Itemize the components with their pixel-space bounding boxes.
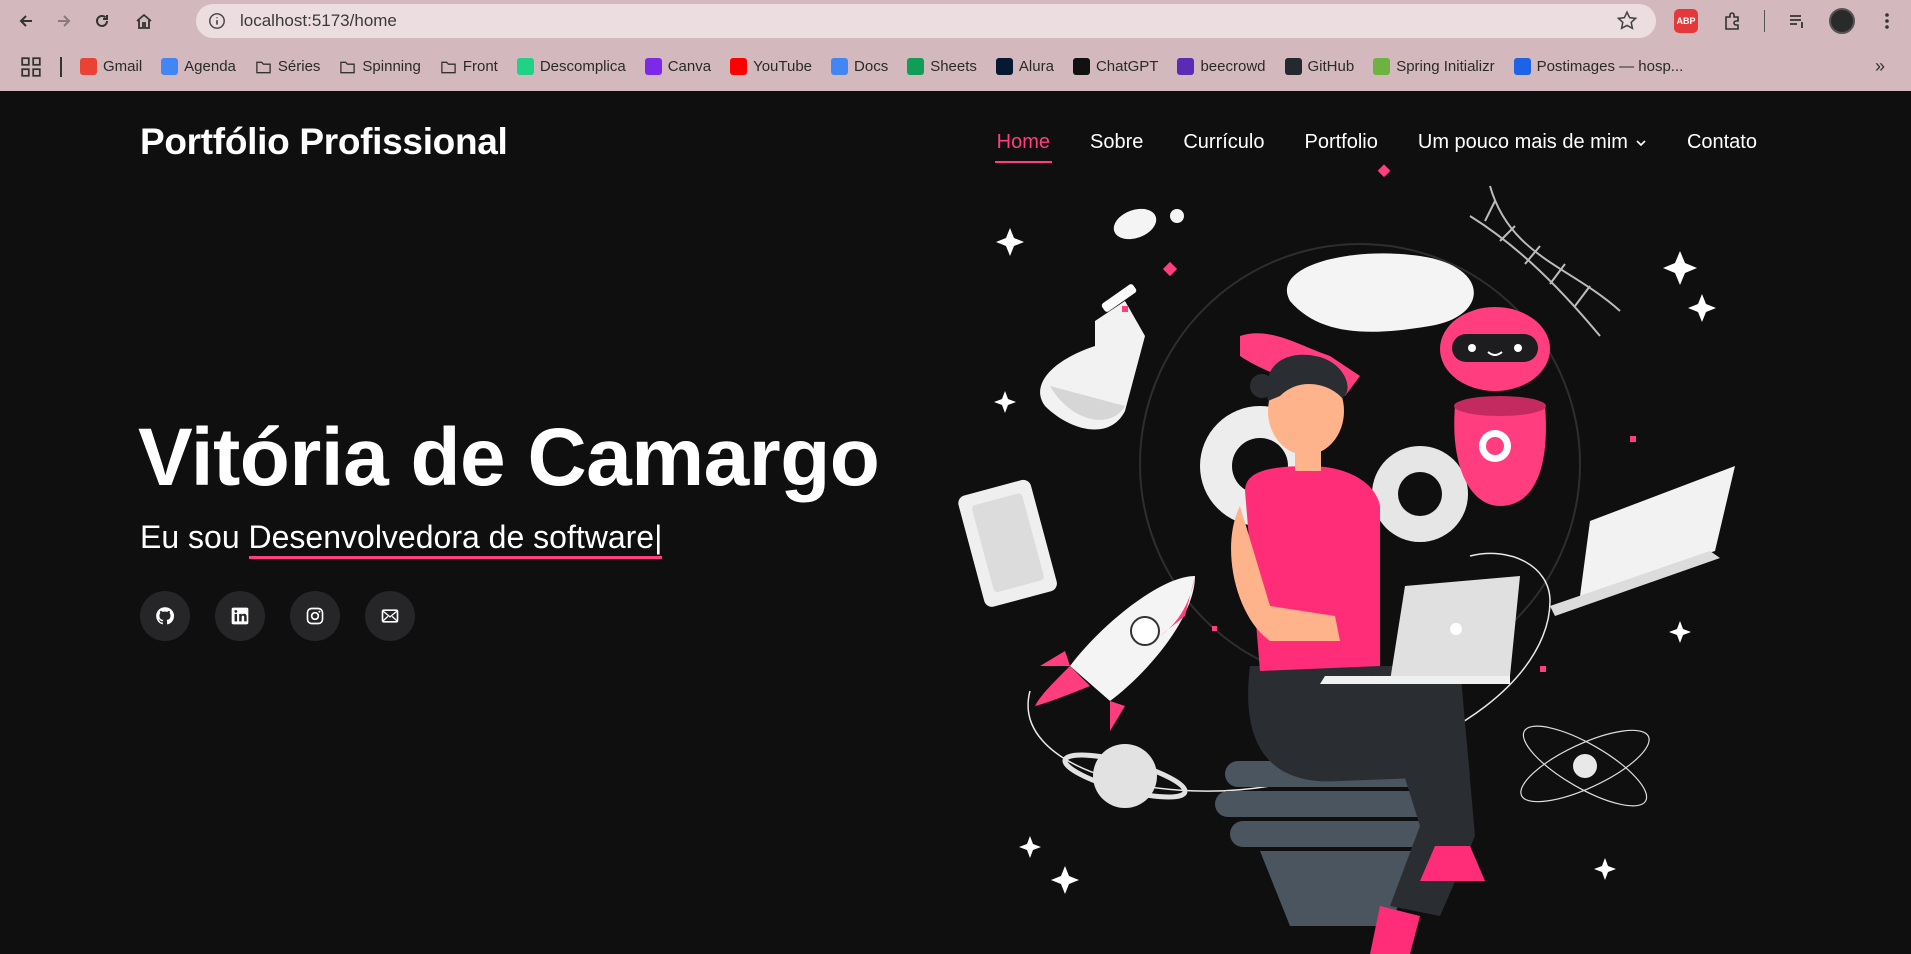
chatgpt-icon xyxy=(1072,58,1090,75)
site-brand[interactable]: Portfólio Profissional xyxy=(140,121,508,163)
rocket-illustration xyxy=(1035,576,1195,731)
bookmark-label: Docs xyxy=(854,58,889,75)
developer-illustration xyxy=(958,164,1735,954)
linkedin-icon xyxy=(231,607,249,625)
github-icon xyxy=(156,607,175,625)
bookmark-label: Spring Initializr xyxy=(1396,58,1495,75)
alura-icon xyxy=(995,58,1013,75)
home-icon[interactable] xyxy=(126,3,162,39)
extensions-icon[interactable] xyxy=(1718,7,1746,35)
bookmark-item[interactable]: beecrowd xyxy=(1177,58,1266,75)
bookmark-item[interactable]: Docs xyxy=(831,58,888,75)
github-icon xyxy=(1284,58,1302,75)
more-bookmarks-icon[interactable]: » xyxy=(1875,56,1885,77)
bookmark-star-icon[interactable] xyxy=(1616,10,1638,32)
bookmark-label: Alura xyxy=(1018,58,1054,75)
bookmark-item[interactable]: Spring Initializr xyxy=(1373,58,1495,75)
bookmark-label: Agenda xyxy=(184,58,236,75)
bookmark-item[interactable]: Alura xyxy=(995,58,1054,75)
browser-toolbar: localhost:5173/home ABP xyxy=(0,0,1911,42)
bookmark-label: Postimages — hosp... xyxy=(1536,58,1684,75)
bookmark-item[interactable]: Spinning xyxy=(339,58,421,75)
bookmark-item[interactable]: Sheets xyxy=(907,58,977,75)
hero-typed-text: Desenvolvedora de software| xyxy=(248,519,663,559)
bookmark-item[interactable]: Descomplica xyxy=(516,58,626,75)
canva-icon xyxy=(644,58,662,75)
address-bar[interactable]: localhost:5173/home xyxy=(196,4,1656,38)
linkedin-link[interactable] xyxy=(215,591,265,641)
url-text: localhost:5173/home xyxy=(240,11,397,30)
bookmarks-bar: Gmail Agenda Séries Spinning Front Descomplic… xyxy=(0,42,1911,91)
site-info-icon[interactable] xyxy=(206,10,228,32)
bookmark-label: beecrowd xyxy=(1200,58,1266,75)
adblock-icon[interactable]: ABP xyxy=(1674,9,1698,33)
profile-avatar[interactable] xyxy=(1829,8,1855,34)
spring-icon xyxy=(1373,58,1391,75)
youtube-icon xyxy=(730,58,748,75)
bookmark-label: Gmail xyxy=(103,58,143,75)
hero-prefix: Eu sou xyxy=(140,519,249,555)
bookmark-item[interactable]: Canva xyxy=(644,58,712,75)
postimages-icon xyxy=(1513,58,1531,75)
mail-icon xyxy=(381,609,399,623)
bookmark-label: Descomplica xyxy=(539,58,626,75)
bookmark-label: Séries xyxy=(277,58,321,75)
bookmark-label: Canva xyxy=(667,58,712,75)
bookmarks-separator xyxy=(60,56,62,77)
github-link[interactable] xyxy=(140,591,190,641)
bookmark-label: Sheets xyxy=(930,58,977,75)
hero-subtitle: Eu sou Desenvolvedora de software| xyxy=(140,519,663,559)
email-link[interactable] xyxy=(365,591,415,641)
descomplica-icon xyxy=(516,58,534,75)
social-links xyxy=(140,591,440,641)
bookmark-item[interactable]: Front xyxy=(440,58,498,75)
bookmark-label: ChatGPT xyxy=(1095,58,1159,75)
media-queue-icon[interactable] xyxy=(1783,7,1811,35)
instagram-icon xyxy=(306,607,324,625)
flask-illustration xyxy=(1040,208,1184,430)
back-icon[interactable] xyxy=(8,3,44,39)
bookmark-item[interactable]: Agenda xyxy=(161,58,236,75)
bookmark-item[interactable]: Gmail xyxy=(80,58,142,75)
reload-icon[interactable] xyxy=(84,3,120,39)
docs-icon xyxy=(831,58,849,75)
bookmark-label: GitHub xyxy=(1307,58,1355,75)
bookmark-label: YouTube xyxy=(753,58,813,75)
toolbar-separator xyxy=(1764,10,1765,32)
folder-icon xyxy=(255,58,272,75)
apps-grid-icon[interactable] xyxy=(20,56,42,78)
instagram-link[interactable] xyxy=(290,591,340,641)
beecrowd-icon xyxy=(1177,58,1195,75)
phone-illustration xyxy=(958,479,1057,607)
planet-illustration xyxy=(1062,744,1188,808)
folder-icon xyxy=(339,58,356,75)
gmail-icon xyxy=(80,58,97,75)
bookmark-item[interactable]: Postimages — hosp... xyxy=(1513,58,1684,75)
sheets-icon xyxy=(907,58,925,75)
menu-kebab-icon[interactable] xyxy=(1873,7,1901,35)
portfolio-page: Portfólio Profissional Home Sobre Curríc… xyxy=(0,91,1911,954)
hero-name: Vitória de Camargo xyxy=(138,412,880,503)
folder-icon xyxy=(440,58,457,75)
calendar-icon xyxy=(161,58,179,75)
atom-illustration xyxy=(1520,725,1650,807)
forward-icon[interactable] xyxy=(46,3,82,39)
bookmark-item[interactable]: ChatGPT xyxy=(1072,58,1159,75)
bookmark-item[interactable]: Séries xyxy=(255,58,321,75)
bookmark-item[interactable]: YouTube xyxy=(730,58,812,75)
bookmark-label: Spinning xyxy=(362,58,421,75)
bookmark-item[interactable]: GitHub xyxy=(1284,58,1355,75)
bookmark-label: Front xyxy=(462,58,498,75)
